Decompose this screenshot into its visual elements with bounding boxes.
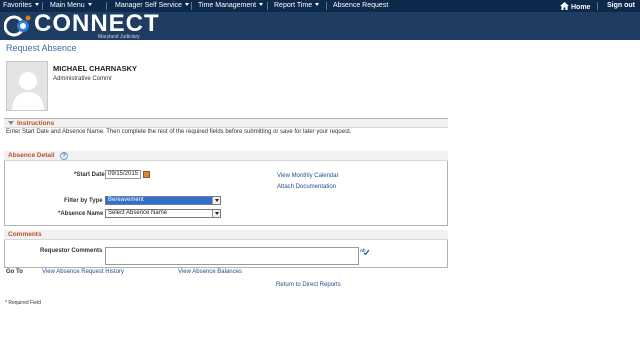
start-date-input[interactable]: 09/15/2015 xyxy=(105,170,141,179)
nav-home-label: Home xyxy=(571,4,591,11)
filter-by-type-select[interactable]: Bereavement xyxy=(105,196,221,205)
dropdown-arrow-icon xyxy=(212,210,220,217)
person-silhouette-icon xyxy=(12,72,44,110)
nav-absence-request[interactable]: Absence Request xyxy=(333,2,388,10)
start-date-label: *Start Date xyxy=(74,172,105,178)
go-to-label: Go To xyxy=(6,269,23,275)
nav-main-menu-label: Main Menu xyxy=(50,2,85,9)
requestor-comments-label: Requestor Comments xyxy=(40,248,103,254)
comments-header: Comments xyxy=(4,230,448,240)
nav-time-management-label: Time Management xyxy=(198,2,257,9)
absence-name-select[interactable]: Select Absence Name xyxy=(105,209,221,218)
filter-by-type-label: Filter by Type xyxy=(64,198,103,204)
brand-subtitle: Maryland Judiciary xyxy=(98,34,140,40)
collapse-triangle-icon xyxy=(8,121,14,125)
brand-name: CONNECT xyxy=(34,10,160,37)
chevron-down-icon xyxy=(87,3,92,6)
avatar xyxy=(6,61,48,111)
absence-detail-title: Absence Detail xyxy=(8,152,55,159)
view-monthly-calendar-link[interactable]: View Monthly Calendar xyxy=(277,173,339,179)
return-to-direct-reports-link[interactable]: Return to Direct Reports xyxy=(276,282,341,288)
nav-report-time-label: Report Time xyxy=(274,2,313,9)
employee-title: Administrative Commr xyxy=(53,76,113,82)
nav-manager-self-service[interactable]: Manager Self Service xyxy=(115,2,189,10)
instructions-title-text: Instructions xyxy=(17,120,55,127)
nav-report-time[interactable]: Report Time xyxy=(274,2,320,10)
absence-detail-header: Absence Detail ? xyxy=(4,151,448,161)
required-field-note: * Required Field xyxy=(5,300,41,306)
chevron-down-icon xyxy=(259,3,264,6)
nav-favorites[interactable]: Favorites xyxy=(3,2,39,10)
home-icon xyxy=(560,2,569,10)
instructions-text: Enter Start Date and Absence Name. Then … xyxy=(6,129,352,135)
spell-check-icon[interactable]: ab xyxy=(360,247,369,255)
view-absence-request-history-link[interactable]: View Absence Request History xyxy=(42,269,124,275)
nav-home[interactable]: Home xyxy=(560,2,590,12)
connect-logo: CONNECT Maryland Judiciary xyxy=(4,10,169,40)
attach-documentation-link[interactable]: Attach Documentation xyxy=(277,184,336,190)
filter-by-type-value: Bereavement xyxy=(108,197,144,203)
nav-mss-label: Manager Self Service xyxy=(115,2,182,9)
header-banner: CONNECT Maryland Judiciary xyxy=(0,12,640,40)
absence-name-value: Select Absence Name xyxy=(108,210,168,216)
nav-divider xyxy=(326,2,327,10)
sign-out-link[interactable]: Sign out xyxy=(607,2,635,10)
help-icon[interactable]: ? xyxy=(60,152,68,160)
chevron-down-icon xyxy=(34,3,39,6)
nav-divider xyxy=(597,2,598,10)
nav-divider xyxy=(267,2,268,10)
chevron-down-icon xyxy=(184,3,189,6)
view-absence-balances-link[interactable]: View Absence Balances xyxy=(178,269,242,275)
logo-mark-icon xyxy=(4,15,31,37)
employee-name: MICHAEL CHARNASKY xyxy=(53,64,138,73)
nav-divider xyxy=(106,2,107,10)
nav-divider xyxy=(42,2,43,10)
absence-name-label: *Absence Name xyxy=(58,211,104,217)
chevron-down-icon xyxy=(315,3,320,6)
calendar-icon[interactable] xyxy=(143,171,150,178)
requestor-comments-textarea[interactable] xyxy=(105,247,359,265)
nav-divider xyxy=(191,2,192,10)
nav-main-menu[interactable]: Main Menu xyxy=(50,2,92,10)
nav-time-management[interactable]: Time Management xyxy=(198,2,264,10)
instructions-section-header[interactable]: Instructions xyxy=(4,118,448,128)
instructions-title: Instructions xyxy=(8,120,54,127)
comments-title: Comments xyxy=(8,231,42,238)
page-title: Request Absence xyxy=(6,43,77,53)
nav-favorites-label: Favorites xyxy=(3,2,32,9)
dropdown-arrow-icon xyxy=(212,197,220,204)
